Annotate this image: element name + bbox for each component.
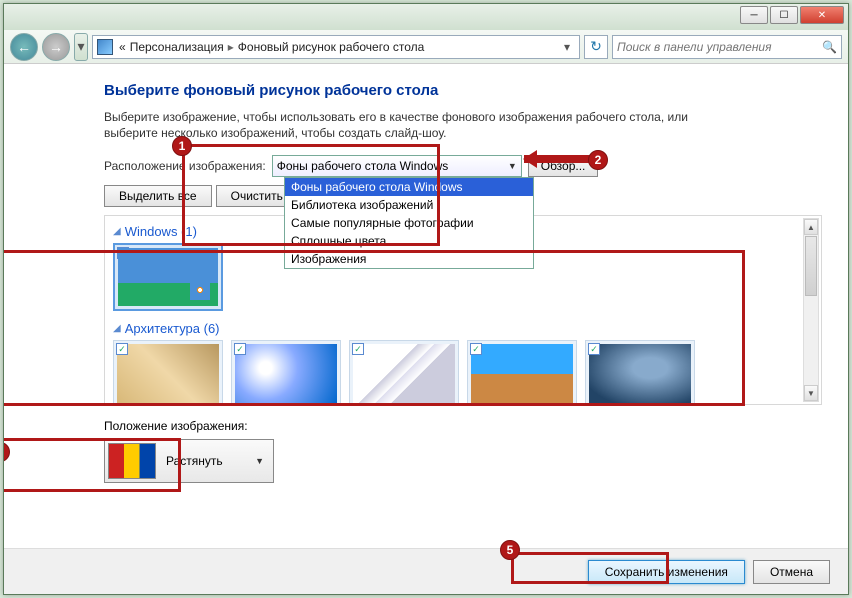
scrollbar-thumb[interactable] <box>805 236 817 296</box>
thumb-image <box>117 344 219 404</box>
image-location-row: Расположение изображения: Фоны рабочего … <box>104 155 822 177</box>
thumb-image <box>589 344 691 404</box>
refresh-button[interactable]: ↻ <box>584 35 608 59</box>
group-name: Windows (1) <box>125 224 197 239</box>
minimize-button[interactable]: ─ <box>740 6 768 24</box>
checkbox-icon[interactable]: ✓ <box>352 343 364 355</box>
close-button[interactable]: ✕ <box>800 6 844 24</box>
position-label: Положение изображения: <box>104 419 822 433</box>
footer: Сохранить изменения Отмена <box>4 548 848 594</box>
wallpaper-thumb[interactable]: ✓ <box>113 243 223 311</box>
gallery-scrollbar[interactable]: ▲ ▼ <box>803 218 819 402</box>
breadcrumb: « Персонализация ▸ Фоновый рисунок рабоч… <box>119 40 553 54</box>
thumb-image <box>235 344 337 404</box>
forward-button[interactable]: → <box>42 33 70 61</box>
dropdown-option[interactable]: Изображения <box>285 250 533 268</box>
window: ─ ☐ ✕ ← → ▾ « Персонализация ▸ Фоновый р… <box>3 3 849 595</box>
position-section: Положение изображения: Растянуть ▼ <box>104 419 822 483</box>
thumb-image <box>353 344 455 404</box>
address-dropdown-icon[interactable]: ▾ <box>559 40 575 54</box>
image-location-combo[interactable]: Фоны рабочего стола Windows ▼ <box>272 155 522 177</box>
dropdown-option[interactable]: Фоны рабочего стола Windows <box>285 178 533 196</box>
image-location-dropdown: Фоны рабочего стола Windows Библиотека и… <box>284 177 534 269</box>
thumb-image <box>118 248 218 306</box>
wallpaper-thumb[interactable]: ✓ <box>467 340 577 405</box>
breadcrumb-sep: ▸ <box>228 40 234 54</box>
position-value: Растянуть <box>166 454 223 468</box>
cancel-button[interactable]: Отмена <box>753 560 830 584</box>
select-all-button[interactable]: Выделить все <box>104 185 212 207</box>
combo-value: Фоны рабочего стола Windows <box>277 159 449 173</box>
checkbox-icon[interactable]: ✓ <box>470 343 482 355</box>
scroll-up-button[interactable]: ▲ <box>804 219 818 235</box>
dropdown-option[interactable]: Самые популярные фотографии <box>285 214 533 232</box>
thumb-image <box>471 344 573 404</box>
checkbox-icon[interactable]: ✓ <box>116 343 128 355</box>
history-dropdown-button[interactable]: ▾ <box>74 33 88 61</box>
breadcrumb-item[interactable]: Персонализация <box>130 40 224 54</box>
page-title: Выберите фоновый рисунок рабочего стола <box>104 82 822 99</box>
group-header[interactable]: ◢ Архитектура (6) <box>113 321 813 336</box>
image-location-label: Расположение изображения: <box>104 159 266 173</box>
collapse-icon: ◢ <box>113 226 121 237</box>
search-bar[interactable]: 🔍 <box>612 35 842 59</box>
address-bar[interactable]: « Персонализация ▸ Фоновый рисунок рабоч… <box>92 35 580 59</box>
breadcrumb-item[interactable]: Фоновый рисунок рабочего стола <box>238 40 425 54</box>
position-combo[interactable]: Растянуть ▼ <box>104 439 274 483</box>
search-icon[interactable]: 🔍 <box>822 40 837 54</box>
save-button[interactable]: Сохранить изменения <box>588 560 745 584</box>
dropdown-option[interactable]: Сплошные цвета <box>285 232 533 250</box>
chevron-down-icon: ▼ <box>508 161 517 171</box>
search-input[interactable] <box>617 40 822 54</box>
wallpaper-thumb[interactable]: ✓ <box>349 340 459 405</box>
checkbox-icon[interactable]: ✓ <box>234 343 246 355</box>
collapse-icon: ◢ <box>113 323 121 334</box>
maximize-button[interactable]: ☐ <box>770 6 798 24</box>
wallpaper-thumb[interactable]: ✓ <box>113 340 223 405</box>
breadcrumb-prefix: « <box>119 40 126 54</box>
group-name: Архитектура (6) <box>125 321 220 336</box>
annotation-number: 4 <box>4 442 10 462</box>
control-panel-icon <box>97 39 113 55</box>
browse-button[interactable]: Обзор... <box>528 155 599 177</box>
content-area: Выберите фоновый рисунок рабочего стола … <box>4 64 848 548</box>
checkbox-icon[interactable]: ✓ <box>588 343 600 355</box>
wallpaper-thumb[interactable]: ✓ <box>231 340 341 405</box>
navbar: ← → ▾ « Персонализация ▸ Фоновый рисунок… <box>4 30 848 64</box>
scroll-down-button[interactable]: ▼ <box>804 385 818 401</box>
back-button[interactable]: ← <box>10 33 38 61</box>
titlebar: ─ ☐ ✕ <box>4 4 848 30</box>
wallpaper-thumb[interactable]: ✓ <box>585 340 695 405</box>
dropdown-option[interactable]: Библиотека изображений <box>285 196 533 214</box>
position-preview-icon <box>108 443 156 479</box>
chevron-down-icon: ▼ <box>255 456 264 466</box>
page-description: Выберите изображение, чтобы использовать… <box>104 109 724 141</box>
